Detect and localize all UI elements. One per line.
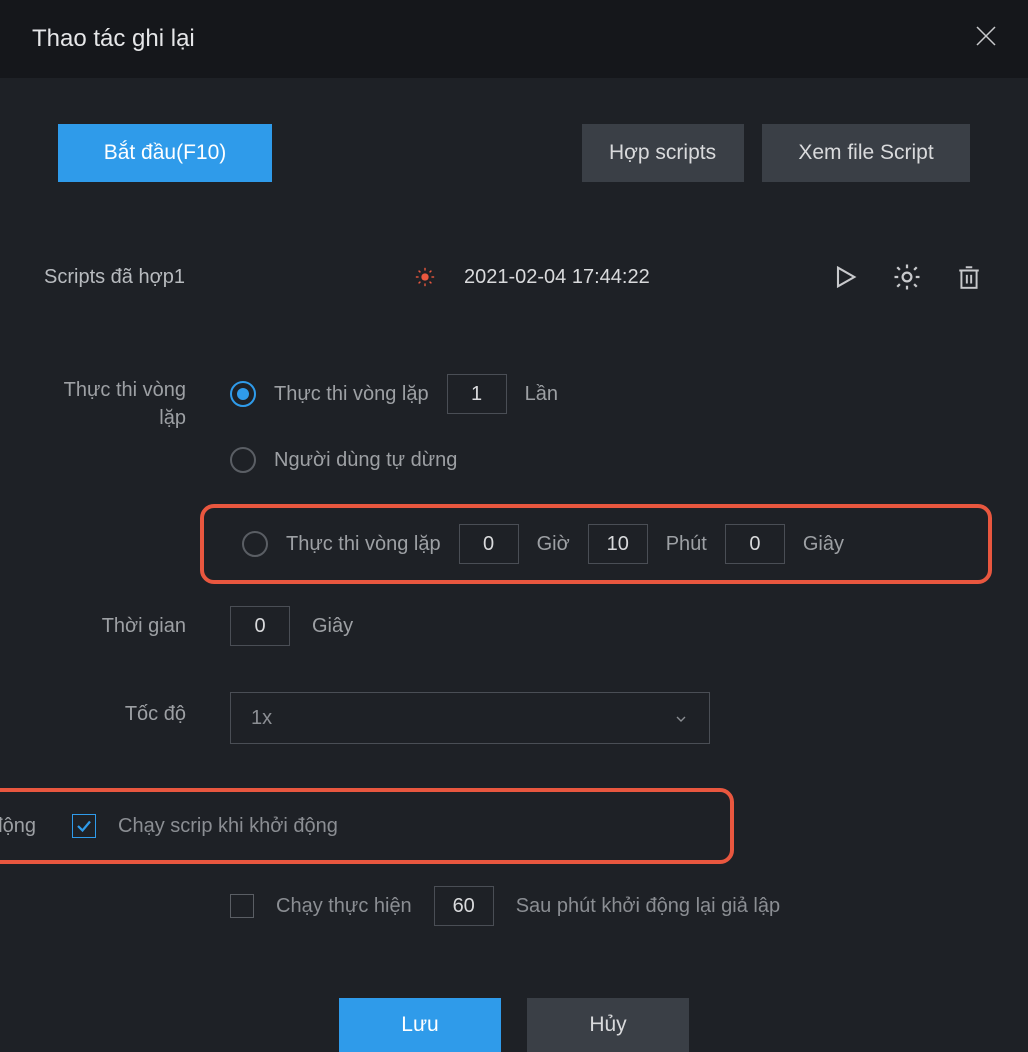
loop-time-highlight: Thực thi vòng lặp Giờ Phút Giây: [200, 504, 992, 584]
record-icon: [414, 266, 436, 288]
delay-input[interactable]: [230, 606, 290, 646]
restart-after-label: Sau phút khởi động lại giả lập: [516, 895, 780, 918]
delay-unit: Giây: [312, 615, 353, 638]
seconds-input[interactable]: [725, 524, 785, 564]
restart-checkbox[interactable]: [230, 894, 254, 918]
start-button[interactable]: Bắt đầu(F10): [58, 124, 272, 182]
speed-label: Tốc độ: [44, 692, 218, 728]
gear-icon[interactable]: [892, 262, 922, 292]
merge-scripts-button[interactable]: Hợp scripts: [582, 124, 744, 182]
radio-loop-time[interactable]: [242, 531, 268, 557]
loop-label: Thực thi vòng lặp: [44, 372, 218, 432]
loop-time-label: Thực thi vòng lặp: [286, 533, 441, 556]
play-icon[interactable]: [830, 262, 860, 292]
view-script-button[interactable]: Xem file Script: [762, 124, 970, 182]
loop-count-label: Thực thi vòng lặp: [274, 383, 429, 406]
close-icon[interactable]: [974, 24, 998, 54]
user-stop-label: Người dùng tự dừng: [274, 449, 457, 472]
loop-count-unit: Lần: [525, 383, 558, 406]
trash-icon[interactable]: [954, 262, 984, 292]
script-timestamp: 2021-02-04 17:44:22: [464, 266, 650, 289]
startup-label: Khởi động: [0, 815, 68, 838]
speed-dropdown[interactable]: 1x: [230, 692, 710, 744]
minutes-input[interactable]: [588, 524, 648, 564]
cancel-button[interactable]: Hủy: [527, 998, 689, 1052]
seconds-unit: Giây: [803, 533, 844, 556]
hours-input[interactable]: [459, 524, 519, 564]
restart-label: Chạy thực hiện: [276, 895, 412, 918]
hours-unit: Giờ: [537, 533, 570, 556]
startup-highlight: Khởi động Chạy scrip khi khởi động: [0, 788, 734, 864]
run-on-start-label: Chạy scrip khi khởi động: [118, 815, 338, 838]
restart-minutes-input[interactable]: [434, 886, 494, 926]
run-on-start-checkbox[interactable]: [72, 814, 96, 838]
save-button[interactable]: Lưu: [339, 998, 501, 1052]
radio-loop-count[interactable]: [230, 381, 256, 407]
chevron-down-icon: [673, 710, 689, 726]
dialog-title: Thao tác ghi lại: [32, 25, 195, 53]
minutes-unit: Phút: [666, 533, 707, 556]
script-name: Scripts đã hợp1: [44, 266, 414, 289]
speed-value: 1x: [251, 707, 272, 730]
time-label: Thời gian: [44, 604, 218, 640]
loop-count-input[interactable]: [447, 374, 507, 414]
radio-user-stop[interactable]: [230, 447, 256, 473]
